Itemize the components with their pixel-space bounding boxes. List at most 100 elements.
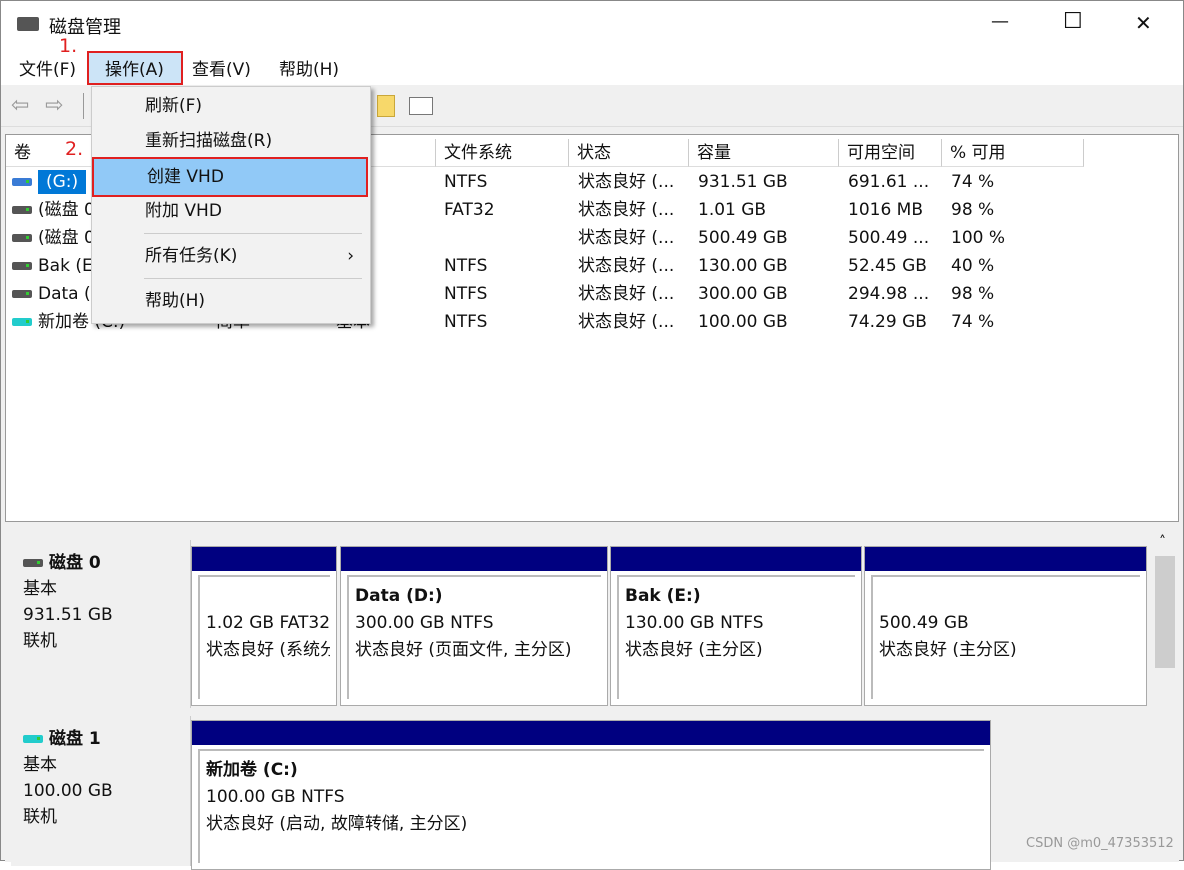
- cell-pct: 74 %: [951, 172, 995, 192]
- disk-state: 联机: [23, 807, 57, 827]
- disk-kind: 基本: [23, 755, 57, 775]
- cell-cap: 130.00 GB: [698, 256, 788, 276]
- cell-fs: NTFS: [444, 284, 488, 304]
- annotation-step-2: 2.: [65, 138, 84, 160]
- cell-cap: 300.00 GB: [698, 284, 788, 304]
- menu-item-label: 所有任务(K): [145, 246, 238, 266]
- menu-separator: [144, 233, 362, 234]
- cell-fs: NTFS: [444, 256, 488, 276]
- menu-separator: [144, 278, 362, 279]
- partition-size: 300.00 GB NTFS: [355, 613, 494, 633]
- partition-title: Bak (E:): [625, 586, 701, 606]
- partition-status: 状态良好 (主分区): [625, 640, 763, 660]
- toolbar-separator: [83, 93, 84, 119]
- pane-splitter[interactable]: [5, 522, 1179, 532]
- partition-bak-e[interactable]: Bak (E:) 130.00 GB NTFS 状态良好 (主分区): [610, 546, 862, 706]
- partition-data-d[interactable]: Data (D:) 300.00 GB NTFS 状态良好 (页面文件, 主分区): [340, 546, 608, 706]
- cell-cap: 500.49 GB: [698, 228, 788, 248]
- partition-status: 状态良好 (主分区): [879, 640, 1017, 660]
- column-header-free-space[interactable]: 可用空间: [839, 139, 942, 167]
- menu-item-create-vhd[interactable]: 创建 VHD: [92, 157, 368, 197]
- disk-name: 磁盘 1: [49, 729, 101, 749]
- title-bar: 磁盘管理 — ☐ ✕: [1, 1, 1183, 49]
- disk-size: 931.51 GB: [23, 605, 113, 625]
- partition-size: 130.00 GB NTFS: [625, 613, 764, 633]
- volume-name: (G:): [38, 170, 87, 194]
- cell-fs: NTFS: [444, 172, 488, 192]
- scroll-up-icon[interactable]: ˄: [1159, 534, 1166, 550]
- partition-g[interactable]: 500.49 GB 状态良好 (主分区): [864, 546, 1147, 706]
- menu-bar: 文件(F) 操作(A) 查看(V) 帮助(H): [1, 49, 1183, 85]
- minimize-button[interactable]: —: [991, 11, 1009, 32]
- cell-free: 500.49 ...: [848, 228, 930, 248]
- cell-status: 状态良好 (...: [578, 312, 675, 332]
- back-arrow-icon[interactable]: ⇦: [11, 93, 29, 118]
- close-button[interactable]: ✕: [1135, 11, 1152, 35]
- cell-free: 294.98 ...: [848, 284, 930, 304]
- partition-status: 状态良好 (启动, 故障转储, 主分区): [206, 814, 468, 834]
- menu-item-all-tasks[interactable]: 所有任务(K) ›: [92, 239, 370, 273]
- partition-size: 100.00 GB NTFS: [206, 787, 345, 807]
- cell-status: 状态良好 (...: [578, 256, 675, 276]
- properties-list-icon[interactable]: [409, 97, 433, 115]
- partition-status: 状态良好 (系统分区): [206, 640, 330, 660]
- cell-cap: 1.01 GB: [698, 200, 767, 220]
- disk-size: 100.00 GB: [23, 781, 113, 801]
- column-header-percent-free[interactable]: % 可用: [942, 139, 1084, 167]
- cell-status: 状态良好 (...: [578, 284, 675, 304]
- menu-view[interactable]: 查看(V): [188, 57, 255, 83]
- column-header-capacity[interactable]: 容量: [689, 139, 839, 167]
- cell-cap: 100.00 GB: [698, 312, 788, 332]
- partition-title: [879, 583, 1134, 610]
- cell-status: 状态良好 (...: [578, 228, 675, 248]
- menu-action[interactable]: 操作(A): [87, 51, 183, 85]
- cell-cap: 931.51 GB: [698, 172, 788, 192]
- column-header-status[interactable]: 状态: [569, 139, 689, 167]
- submenu-chevron-icon: ›: [347, 246, 354, 266]
- watermark: CSDN @m0_47353512: [1026, 836, 1174, 851]
- menu-item-refresh[interactable]: 刷新(F): [92, 89, 370, 123]
- annotation-step-1: 1.: [59, 35, 78, 57]
- disk-management-icon: [17, 17, 39, 31]
- partition-new-volume-c[interactable]: 新加卷 (C:) 100.00 GB NTFS 状态良好 (启动, 故障转储, 主分…: [191, 720, 991, 870]
- cell-pct: 100 %: [951, 228, 1006, 248]
- partition-size: 500.49 GB: [879, 613, 969, 633]
- disk-icon: [23, 559, 43, 567]
- menu-item-attach-vhd[interactable]: 附加 VHD: [92, 194, 370, 228]
- menu-item-help[interactable]: 帮助(H): [92, 284, 370, 318]
- maximize-button[interactable]: ☐: [1063, 9, 1083, 34]
- cell-free: 1016 MB: [848, 200, 923, 220]
- volume-name: (磁盘 0: [38, 200, 95, 220]
- partition-title: [206, 583, 324, 610]
- cell-free: 691.61 ...: [848, 172, 930, 192]
- cell-pct: 98 %: [951, 200, 995, 220]
- partition-status: 状态良好 (页面文件, 主分区): [355, 640, 572, 660]
- volume-icon: [12, 234, 32, 242]
- cell-fs: NTFS: [444, 312, 488, 332]
- vertical-scrollbar[interactable]: ˄: [1151, 532, 1179, 862]
- disk-name: 磁盘 0: [49, 553, 101, 573]
- menu-item-rescan-disks[interactable]: 重新扫描磁盘(R): [92, 124, 370, 158]
- partition-title: Data (D:): [355, 586, 443, 606]
- disk-graph-view: 磁盘 0 基本 931.51 GB 联机 1.02 GB FAT32 状态良好 (…: [5, 532, 1151, 870]
- volume-name: (磁盘 0: [38, 228, 95, 248]
- menu-file[interactable]: 文件(F): [15, 57, 80, 83]
- column-header-filesystem[interactable]: 文件系统: [436, 139, 569, 167]
- action-menu-dropdown: 刷新(F) 重新扫描磁盘(R) 创建 VHD 附加 VHD 所有任务(K) › 帮…: [91, 86, 371, 324]
- menu-help[interactable]: 帮助(H): [275, 57, 343, 83]
- partition-system[interactable]: 1.02 GB FAT32 状态良好 (系统分区): [191, 546, 337, 706]
- volume-icon: [12, 178, 32, 186]
- forward-arrow-icon[interactable]: ⇨: [45, 93, 63, 118]
- scrollbar-thumb[interactable]: [1155, 556, 1175, 668]
- volume-icon: [12, 206, 32, 214]
- disk-state: 联机: [23, 631, 57, 651]
- cell-status: 状态良好 (...: [578, 172, 675, 192]
- cell-fs: FAT32: [444, 200, 495, 220]
- disk-0-label[interactable]: 磁盘 0 基本 931.51 GB 联机: [11, 540, 191, 708]
- cell-free: 74.29 GB: [848, 312, 927, 332]
- volume-icon: [12, 318, 32, 326]
- search-folder-icon[interactable]: [377, 95, 395, 117]
- cell-pct: 40 %: [951, 256, 995, 276]
- cell-status: 状态良好 (...: [578, 200, 675, 220]
- disk-1-label[interactable]: 磁盘 1 基本 100.00 GB 联机: [11, 716, 191, 866]
